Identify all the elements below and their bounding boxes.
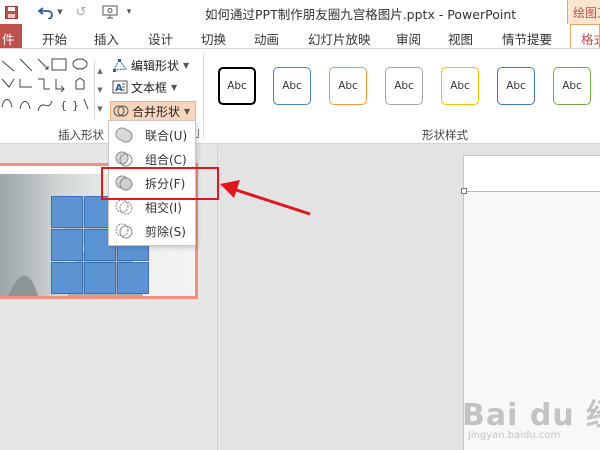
tab-animations[interactable]: 动画: [254, 29, 279, 48]
tab-file[interactable]: 件: [0, 24, 22, 48]
edit-shape-button[interactable]: 编辑形状 ▼: [112, 55, 189, 75]
watermark-brand: Bai du 经验: [462, 398, 600, 433]
tab-slideshow[interactable]: 幻灯片放映: [308, 29, 371, 48]
group-separator: [203, 53, 204, 139]
grid-cell[interactable]: [51, 196, 83, 228]
text-box-icon: A: [112, 79, 128, 95]
undo-icon[interactable]: [34, 3, 58, 21]
shape-style-preset-4[interactable]: Abc: [385, 67, 423, 105]
grid-cell[interactable]: [84, 262, 116, 294]
subtract-icon: [115, 222, 133, 240]
resize-handle[interactable]: [461, 188, 467, 194]
shape-glyphs-icon: { }: [1, 58, 89, 112]
edit-shape-icon: [112, 57, 128, 73]
tab-design[interactable]: 设计: [148, 29, 173, 48]
ribbon: { } ▲ ▼ ▼ 编辑形状 ▼ A 文本框 ▼ 合并形状 ▼ 插入形状 Abc…: [0, 48, 600, 144]
gallery-more-icon[interactable]: ▼: [95, 99, 105, 118]
grid-cell[interactable]: [117, 262, 149, 294]
merge-shapes-label: 合并形状: [132, 104, 181, 119]
tab-format[interactable]: 格式: [570, 24, 600, 49]
tab-insert[interactable]: 插入: [94, 29, 119, 48]
insert-shapes-group-label: 插入形状: [58, 128, 104, 142]
menu-item-label: 相交(I): [145, 200, 182, 215]
union-icon: [115, 126, 133, 144]
window-title: 如何通过PPT制作朋友圈九宫格图片.pptx - PowerPoint: [205, 7, 517, 22]
gallery-scrollbar[interactable]: ▲ ▼ ▼: [94, 61, 105, 119]
redo-icon[interactable]: ↺: [72, 3, 90, 21]
intersect-icon: [115, 198, 133, 216]
menu-item-union[interactable]: 联合(U): [109, 123, 195, 147]
presentation-icon[interactable]: [100, 3, 120, 21]
svg-text:A: A: [115, 83, 123, 94]
tab-review[interactable]: 审阅: [396, 29, 421, 48]
menu-item-subtract[interactable]: 剪除(S): [109, 219, 195, 243]
tab-storyboarding[interactable]: 情节提要: [502, 29, 552, 48]
edit-shape-label: 编辑形状: [131, 58, 180, 73]
merge-shapes-icon: [113, 103, 129, 119]
shape-style-preset-1[interactable]: Abc: [218, 67, 256, 105]
title-bar: ▼ ↺ ▾ 如何通过PPT制作朋友圈九宫格图片.pptx - PowerPoin…: [0, 0, 600, 24]
shape-style-preset-2[interactable]: Abc: [273, 67, 311, 105]
shape-style-preset-7[interactable]: Abc: [553, 67, 591, 105]
grid-cell[interactable]: [51, 229, 83, 261]
shapes-gallery[interactable]: { } ▲ ▼ ▼: [0, 53, 106, 121]
customize-qat-icon[interactable]: ▾: [122, 3, 136, 21]
annotation-arrow-icon: [220, 180, 311, 216]
menu-item-label: 组合(C): [145, 152, 187, 167]
watermark: Bai du 经验 jingyan.baidu.com: [462, 390, 600, 441]
selected-shape[interactable]: [464, 156, 600, 192]
gallery-up-icon[interactable]: ▲: [95, 61, 105, 80]
grid-cell[interactable]: [51, 262, 83, 294]
shape-style-preset-3[interactable]: Abc: [329, 67, 367, 105]
undo-dropdown-icon[interactable]: ▼: [56, 3, 64, 21]
save-icon[interactable]: [2, 3, 20, 21]
shape-style-preset-6[interactable]: Abc: [497, 67, 535, 105]
menu-item-label: 联合(U): [145, 128, 188, 143]
shape-style-preset-5[interactable]: Abc: [441, 67, 479, 105]
chevron-down-icon: ▼: [183, 60, 190, 70]
drawing-tools-context-label: 绘图工: [567, 0, 600, 24]
text-box-button[interactable]: A 文本框 ▼: [112, 77, 177, 97]
tab-view[interactable]: 视图: [448, 29, 473, 48]
gallery-down-icon[interactable]: ▼: [95, 80, 105, 99]
ribbon-tabs: 件 开始 插入 设计 切换 动画 幻灯片放映 审阅 视图 情节提要 格式: [0, 24, 600, 49]
menu-item-label: 剪除(S): [145, 224, 186, 239]
chevron-down-icon: ▼: [171, 82, 178, 92]
svg-text:}: }: [72, 99, 79, 112]
svg-text:{: {: [60, 99, 67, 112]
chevron-down-icon: ▼: [184, 106, 191, 116]
tab-transitions[interactable]: 切换: [201, 29, 226, 48]
text-box-label: 文本框: [131, 80, 168, 95]
tab-home[interactable]: 开始: [42, 29, 67, 48]
merge-shapes-button[interactable]: 合并形状 ▼: [110, 101, 196, 121]
shape-styles-group-label: 形状样式: [422, 128, 468, 142]
combine-icon: [115, 150, 133, 168]
